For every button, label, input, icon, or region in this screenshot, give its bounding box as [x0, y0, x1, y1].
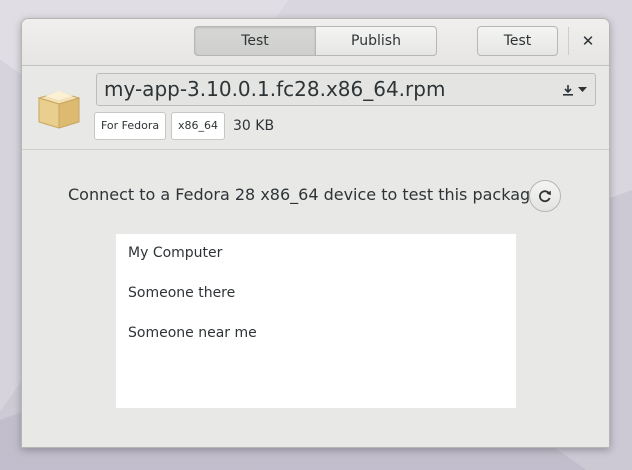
test-button[interactable]: Test: [477, 26, 558, 56]
test-tab-button[interactable]: Test: [194, 26, 316, 56]
device-item[interactable]: My Computer: [128, 245, 222, 261]
refresh-button[interactable]: [529, 180, 561, 212]
app-window: Test Publish Test ✕ my-app-3.10.0.1.fc28…: [21, 18, 610, 448]
publish-tab-button[interactable]: Publish: [315, 26, 437, 56]
fedora-tag: For Fedora: [94, 112, 167, 140]
header-separator: [568, 27, 569, 55]
device-list: My Computer Someone there Someone near m…: [116, 234, 516, 408]
package-size: 30 KB: [233, 118, 275, 134]
download-icon: [562, 85, 573, 96]
filename-field[interactable]: my-app-3.10.0.1.fc28.x86_64.rpm: [96, 73, 596, 106]
package-info: my-app-3.10.0.1.fc28.x86_64.rpm For Fedo…: [22, 66, 609, 150]
close-icon: ✕: [581, 32, 595, 50]
device-item[interactable]: Someone near me: [128, 325, 257, 341]
close-button[interactable]: ✕: [577, 30, 599, 52]
download-menu-button[interactable]: [558, 78, 590, 102]
connect-message: Connect to a Fedora 28 x86_64 device to …: [68, 185, 541, 204]
refresh-icon: [539, 190, 551, 203]
header-bar: Test Publish Test ✕: [22, 19, 609, 66]
arch-tag: x86_64: [171, 112, 226, 140]
package-box-icon: [37, 91, 81, 129]
chevron-down-icon: [577, 87, 587, 92]
device-item[interactable]: Someone there: [128, 285, 235, 301]
